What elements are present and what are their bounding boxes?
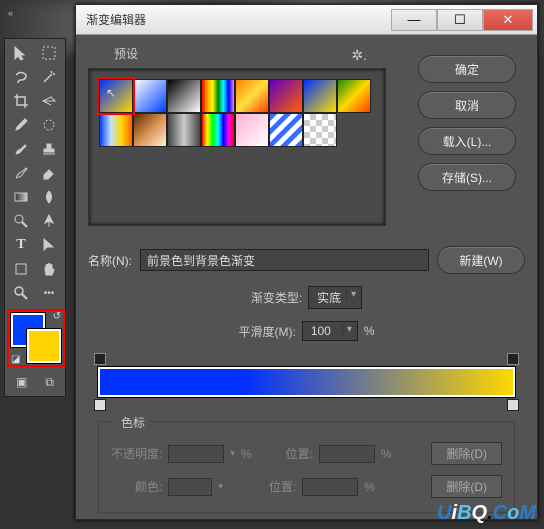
- smooth-label: 平滑度(M):: [238, 323, 295, 340]
- color-label: 颜色:: [135, 478, 162, 495]
- type-dropdown[interactable]: 实底: [308, 286, 362, 309]
- preset-swatch[interactable]: ↖: [99, 79, 133, 113]
- dodge-tool[interactable]: [7, 209, 35, 233]
- preset-swatch[interactable]: [133, 113, 167, 147]
- preset-swatch[interactable]: [337, 79, 371, 113]
- patch-tool[interactable]: [35, 113, 63, 137]
- screenmode-icon[interactable]: ⧉: [45, 375, 54, 390]
- maximize-button[interactable]: ☐: [437, 9, 483, 31]
- dialog-title: 渐变编辑器: [76, 11, 391, 28]
- collapse-icon[interactable]: «: [8, 8, 13, 18]
- preset-swatch[interactable]: [201, 113, 235, 147]
- position-field[interactable]: [302, 478, 358, 496]
- gradient-tool[interactable]: [7, 185, 35, 209]
- gradient-editor-dialog: 渐变编辑器 — ☐ ✕ ✲. 预设 ↖: [75, 4, 538, 520]
- minimize-button[interactable]: —: [391, 9, 437, 31]
- default-colors-icon[interactable]: ◪: [11, 354, 20, 365]
- preset-grid: ↖: [99, 79, 379, 147]
- path-select-tool[interactable]: [35, 233, 63, 257]
- background-swatch[interactable]: [27, 329, 61, 363]
- opacity-stop[interactable]: [507, 353, 519, 365]
- position-label: 位置:: [269, 478, 296, 495]
- blur-tool[interactable]: [35, 185, 63, 209]
- smooth-dropdown[interactable]: 100: [302, 321, 358, 341]
- close-button[interactable]: ✕: [483, 9, 533, 31]
- swap-colors-icon[interactable]: ↺: [53, 311, 61, 322]
- position-field[interactable]: [319, 445, 375, 463]
- preset-swatch[interactable]: [269, 113, 303, 147]
- eyedropper-tool[interactable]: [7, 113, 35, 137]
- load-button[interactable]: 载入(L)...: [418, 127, 516, 155]
- slice-tool[interactable]: [35, 89, 63, 113]
- delete-color-button[interactable]: 删除(D): [431, 475, 502, 498]
- color-field[interactable]: [168, 478, 212, 496]
- shape-tool[interactable]: [7, 257, 35, 281]
- tool-menu[interactable]: •••: [35, 281, 63, 305]
- tools-panel: T ••• ↺ ◪ ▣ ⧉: [4, 38, 66, 397]
- preset-swatch[interactable]: [235, 113, 269, 147]
- preset-swatch[interactable]: [269, 79, 303, 113]
- opacity-label: 不透明度:: [111, 445, 162, 462]
- presets-label: 预设: [88, 45, 388, 62]
- cancel-button[interactable]: 取消: [418, 91, 516, 119]
- name-input[interactable]: [140, 249, 429, 271]
- preset-swatch[interactable]: [303, 113, 337, 147]
- new-button[interactable]: 新建(W): [437, 246, 525, 274]
- pen-tool[interactable]: [35, 209, 63, 233]
- zoom-tool[interactable]: [7, 281, 35, 305]
- gradient-editor: [98, 355, 515, 411]
- move-tool[interactable]: [7, 41, 35, 65]
- percent-label: %: [381, 447, 392, 461]
- lasso-tool[interactable]: [7, 65, 35, 89]
- save-button[interactable]: 存储(S)...: [418, 163, 516, 191]
- eraser-tool[interactable]: [35, 161, 63, 185]
- quickmask-icon[interactable]: ▣: [16, 375, 27, 390]
- preset-swatch[interactable]: [167, 113, 201, 147]
- gradient-bar[interactable]: [98, 367, 515, 397]
- gear-icon[interactable]: ✲.: [351, 47, 367, 64]
- opacity-stop[interactable]: [94, 353, 106, 365]
- color-swatches[interactable]: ↺ ◪: [7, 309, 65, 367]
- preset-swatch[interactable]: [133, 79, 167, 113]
- delete-opacity-button[interactable]: 删除(D): [431, 442, 502, 465]
- stamp-tool[interactable]: [35, 137, 63, 161]
- percent-label: %: [241, 447, 252, 461]
- presets-well: ↖: [88, 68, 386, 226]
- crop-tool[interactable]: [7, 89, 35, 113]
- history-brush-tool[interactable]: [7, 161, 35, 185]
- type-tool[interactable]: T: [7, 233, 35, 257]
- preset-swatch[interactable]: [167, 79, 201, 113]
- color-stop[interactable]: [507, 399, 519, 411]
- position-label: 位置:: [286, 445, 313, 462]
- name-label: 名称(N):: [88, 252, 132, 269]
- percent-label: %: [364, 324, 375, 338]
- preset-swatch[interactable]: [99, 113, 133, 147]
- watermark: UiBQ.CoM: [437, 502, 536, 525]
- preset-swatch[interactable]: [201, 79, 235, 113]
- stops-panel: 色标 不透明度: ▾ % 位置: % 删除(D) 颜色: ▾ 位置: % 删除(…: [98, 421, 515, 513]
- opacity-field[interactable]: [168, 445, 224, 463]
- percent-label: %: [364, 480, 375, 494]
- ok-button[interactable]: 确定: [418, 55, 516, 83]
- stops-legend: 色标: [115, 414, 151, 431]
- hand-tool[interactable]: [35, 257, 63, 281]
- magic-wand-tool[interactable]: [35, 65, 63, 89]
- marquee-tool[interactable]: [35, 41, 63, 65]
- preset-swatch[interactable]: [235, 79, 269, 113]
- titlebar[interactable]: 渐变编辑器 — ☐ ✕: [76, 5, 537, 35]
- type-label: 渐变类型:: [251, 289, 302, 306]
- color-stop[interactable]: [94, 399, 106, 411]
- brush-tool[interactable]: [7, 137, 35, 161]
- preset-swatch[interactable]: [303, 79, 337, 113]
